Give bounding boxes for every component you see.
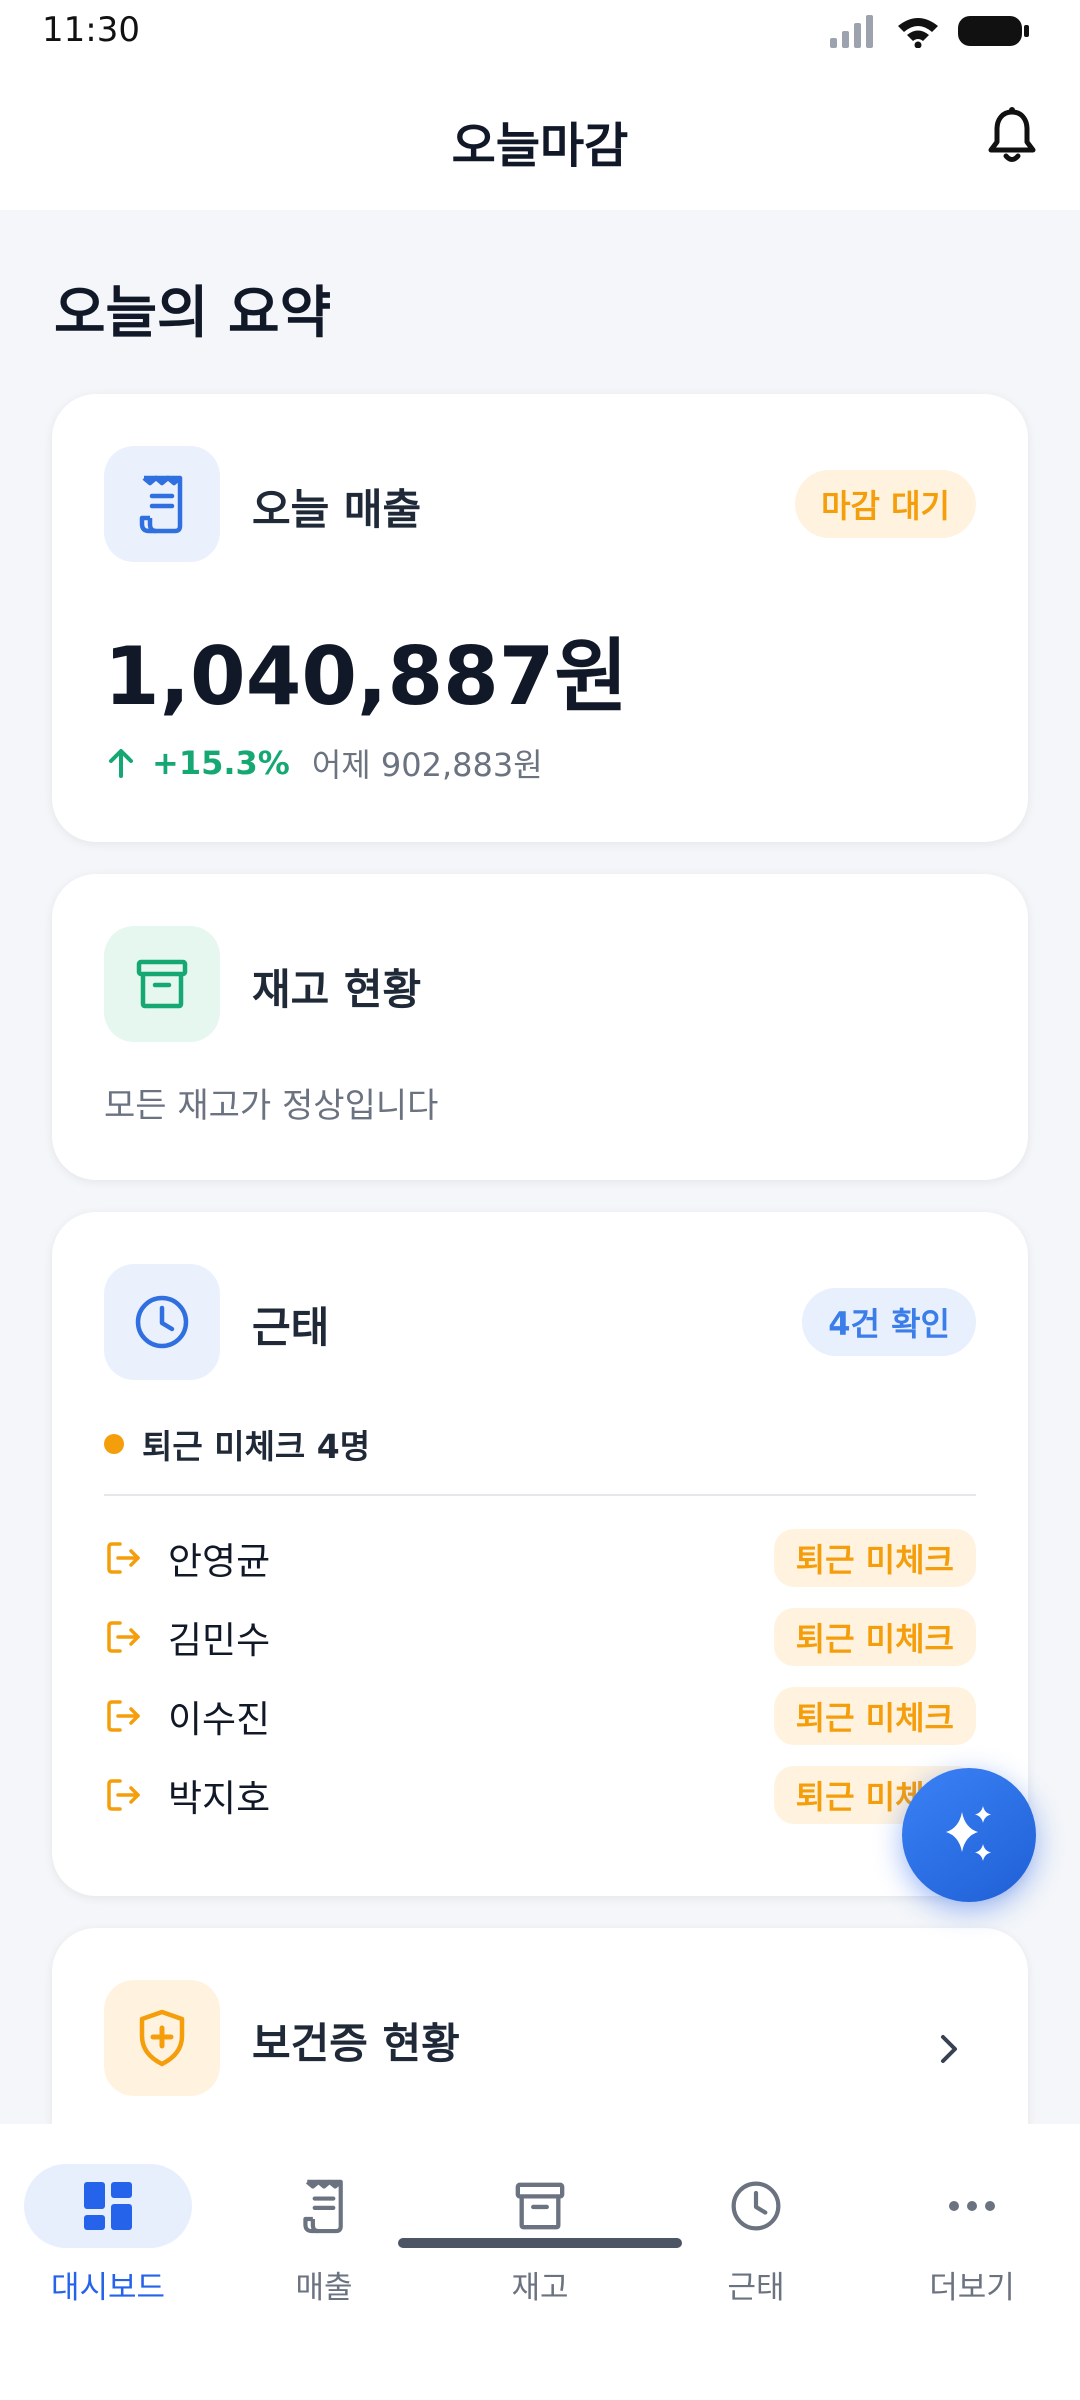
nav-item-attendance[interactable]: 근태 [656,2164,856,2307]
nav-pill [24,2164,192,2248]
nav-pill [672,2164,840,2248]
employee-name: 박지호 [168,1777,271,1820]
clock-icon [135,1295,189,1349]
wifi-icon [898,18,938,48]
status-dot [104,1434,124,1454]
employee-name: 김민수 [168,1619,271,1662]
nav-item-sales[interactable]: 매출 [224,2164,424,2307]
sales-card-title: 오늘 매출 [252,485,422,534]
shield-plus-icon [139,2009,185,2067]
clock-out-icon [107,1779,140,1811]
clock-out-status-badge: 퇴근 미체크 [773,1529,976,1587]
section-title: 오늘의 요약 [54,281,332,346]
nav-pill [240,2164,408,2248]
sales-card[interactable]: 오늘 매출 마감 대기 1,040,887원 +15.3% 어제 902,883… [52,394,1028,842]
clock-out-status-badge: 퇴근 미체크 [773,1608,976,1666]
employee-name: 이수진 [168,1698,271,1741]
yesterday-sales: 어제 902,883원 [311,746,543,784]
clock-out-status-badge: 퇴근 미체크 [773,1687,976,1745]
nav-label: 매출 [295,2270,353,2306]
archive-icon-box [104,926,220,1042]
closing-pending-badge: 마감 대기 [795,470,976,538]
inventory-card-title: 재고 현황 [252,965,422,1014]
chevron-right-icon[interactable] [934,2032,964,2066]
shield-icon-box [104,1980,220,2096]
clock-out-icon [107,1621,140,1653]
sparkle-icon [946,1806,991,1861]
clock-out-icon [107,1700,140,1732]
clock-out-icon [107,1542,140,1574]
more-icon [949,2201,995,2211]
nav-label: 근태 [727,2270,785,2306]
employee-row[interactable]: 이수진 퇴근 미체크 [104,1684,976,1748]
clock-icon-box [104,1264,220,1380]
receipt-icon [139,475,183,534]
nav-pill [456,2164,624,2248]
change-percent: +15.3% [152,744,290,782]
arrow-up-icon [109,749,133,778]
dashboard-icon [84,2182,132,2230]
ai-assistant-fab[interactable] [902,1768,1036,1902]
sales-amount: 1,040,887원 [104,630,629,723]
attendance-summary: 퇴근 미체크 4명 [104,1420,370,1468]
bell-icon[interactable] [984,106,1040,166]
attendance-summary-text: 퇴근 미체크 4명 [142,1427,371,1466]
employee-name: 안영균 [168,1540,271,1583]
sales-change: +15.3% 어제 902,883원 [104,740,543,786]
receipt-icon [303,2179,343,2234]
attendance-card-title: 근태 [252,1303,330,1352]
app-bar: 오늘마감 [0,62,1080,210]
nav-item-more[interactable]: 더보기 [872,2164,1072,2307]
employee-row[interactable]: 안영균 퇴근 미체크 [104,1526,976,1590]
nav-label: 더보기 [929,2270,1015,2306]
archive-icon [136,959,188,1009]
health-card-title: 보건증 현황 [252,2019,460,2068]
archive-icon [515,2182,565,2230]
receipt-icon-box [104,446,220,562]
app-title: 오늘마감 [451,118,629,174]
employee-row[interactable]: 박지호 퇴근 미체크 [104,1763,976,1827]
attendance-check-badge[interactable]: 4건 확인 [802,1288,976,1356]
nav-pill [888,2164,1056,2248]
divider [104,1494,976,1496]
clock-icon [731,2181,781,2231]
status-bar: 11:30 [0,0,1080,62]
inventory-message: 모든 재고가 정상입니다 [104,1086,439,1126]
nav-item-dashboard[interactable]: 대시보드 [8,2164,208,2307]
employee-row[interactable]: 김민수 퇴근 미체크 [104,1605,976,1669]
signal-icon [830,15,873,48]
nav-item-inventory[interactable]: 재고 [440,2164,640,2307]
home-indicator [398,2238,682,2248]
bottom-nav: 대시보드 매출 재고 근태 더보기 [0,2124,1080,2400]
nav-label: 재고 [511,2270,569,2306]
inventory-card[interactable]: 재고 현황 모든 재고가 정상입니다 [52,874,1028,1180]
status-icons [830,14,1030,48]
battery-icon [958,16,1029,46]
nav-label: 대시보드 [50,2270,166,2306]
attendance-card[interactable]: 근태 4건 확인 퇴근 미체크 4명 안영균 퇴근 미체크 김민수 퇴근 미체크… [52,1212,1028,1896]
status-time: 11:30 [42,10,140,50]
